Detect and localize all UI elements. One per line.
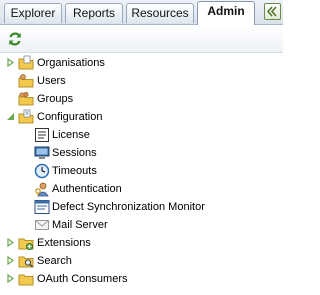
monitor-icon [34,146,50,159]
tree-item-organisations[interactable]: Organisations [0,54,283,72]
tree-item-label: Timeouts [52,165,97,177]
tree-item-authentication[interactable]: Authentication [0,180,283,198]
tree-item-extensions[interactable]: Extensions [0,234,283,252]
clock-icon [34,163,50,179]
collapse-arrow-icon[interactable] [6,112,15,121]
tree-item-label: Extensions [37,237,91,249]
tree-item-label: Search [37,255,72,267]
tab-resources[interactable]: Resources [126,3,194,23]
tree-item-label: Users [37,75,66,87]
envelope-icon [35,220,49,230]
expand-arrow-icon[interactable] [6,256,15,265]
groups-folder-icon [18,91,34,106]
tree-item-label: Mail Server [52,219,108,231]
tree-item-label: Authentication [52,183,122,195]
tree-item-mail-server[interactable]: Mail Server [0,216,283,234]
expand-arrow-icon[interactable] [6,238,15,247]
tree-item-search[interactable]: Search [0,252,283,270]
tab-admin[interactable]: Admin [197,1,255,25]
tree-item-label: Groups [37,93,74,105]
tree-item-configuration[interactable]: Configuration [0,108,283,126]
search-folder-icon [18,256,34,268]
tab-bar: Explorer Reports Resources Admin [0,0,283,25]
tree-item-timeouts[interactable]: Timeouts [0,162,283,180]
extensions-folder-icon [18,238,34,251]
tree-item-defect-sync-monitor[interactable]: Defect Synchronization Monitor [0,198,283,216]
users-folder-icon [18,74,34,88]
tree-item-license[interactable]: License [0,126,283,144]
refresh-icon[interactable] [7,31,23,47]
tab-reports[interactable]: Reports [65,3,123,23]
tree-item-oauth-consumers[interactable]: OAuth Consumers [0,270,283,288]
tree-item-label: Defect Synchronization Monitor [52,201,205,213]
tree-item-users[interactable]: Users [0,72,283,90]
tree-item-sessions[interactable]: Sessions [0,144,283,162]
license-icon [35,128,49,142]
tab-explorer[interactable]: Explorer [4,3,62,23]
user-key-icon [35,182,49,197]
config-folder-icon [18,109,34,124]
window-monitor-icon [34,200,50,214]
tree-item-groups[interactable]: Groups [0,90,283,108]
tree-item-label: OAuth Consumers [37,273,128,285]
double-chevron-left-icon [266,6,277,17]
expand-arrow-icon[interactable] [6,58,15,67]
expand-arrow-icon[interactable] [6,274,15,283]
tree-item-label: Sessions [52,147,97,159]
folder-icon [18,274,34,286]
toolbar [0,25,283,53]
tree-item-label: Configuration [37,111,103,123]
folder-icon [18,55,34,70]
tree-item-label: License [52,129,90,141]
collapse-panel-button[interactable] [264,3,281,20]
tree-item-label: Organisations [37,57,105,69]
